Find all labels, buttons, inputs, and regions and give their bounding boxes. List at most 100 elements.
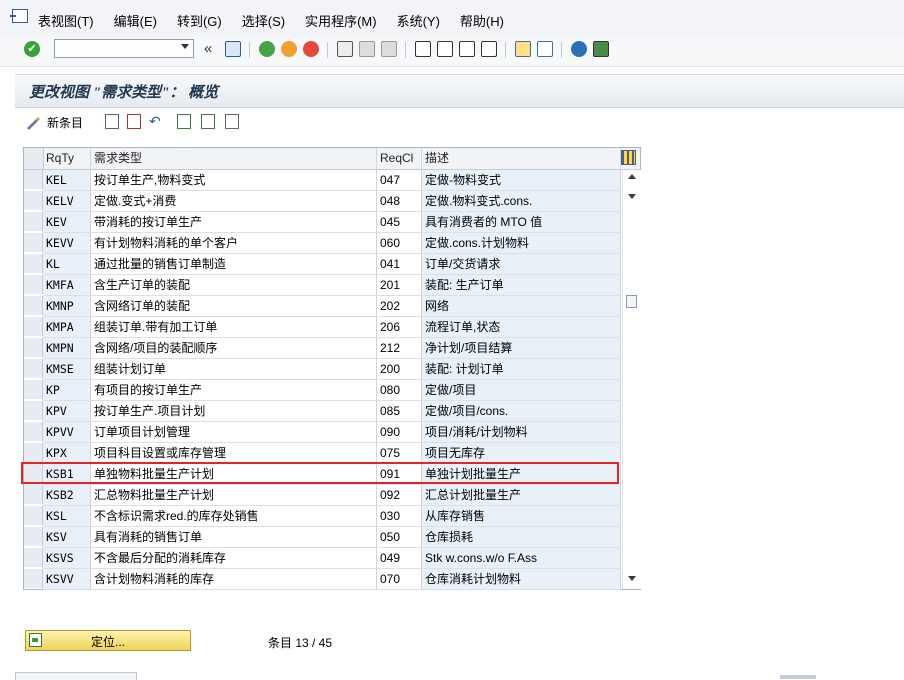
row-selector[interactable] bbox=[24, 359, 43, 379]
print-icon[interactable] bbox=[337, 41, 353, 57]
cell-reqcl: 080 bbox=[377, 380, 422, 401]
menu-item[interactable]: 编辑(E) bbox=[114, 11, 157, 30]
column-header-rqty[interactable]: RqTy bbox=[43, 148, 91, 169]
customize-layout-icon[interactable] bbox=[593, 41, 609, 57]
table-row[interactable]: KP 有项目的按订单生产 080 定做/项目 bbox=[24, 380, 621, 401]
help-icon[interactable] bbox=[571, 41, 587, 57]
table-settings-icon[interactable] bbox=[621, 150, 636, 165]
table-row[interactable]: KMSE 组装计划订单 200 装配: 计划订单 bbox=[24, 359, 621, 380]
column-header-desc[interactable]: 描述 bbox=[422, 148, 621, 169]
cell-rqty: KMFA bbox=[43, 275, 91, 296]
first-page-icon[interactable] bbox=[415, 41, 431, 57]
scroll-up-icon[interactable] bbox=[628, 174, 636, 179]
cell-rqty: KL bbox=[43, 254, 91, 275]
select-all-icon[interactable] bbox=[177, 114, 191, 129]
find-icon[interactable] bbox=[359, 41, 375, 57]
undo-icon[interactable]: ↶ bbox=[149, 114, 163, 129]
back-arrows-icon[interactable]: « bbox=[204, 40, 212, 57]
cell-rqty: KPX bbox=[43, 443, 91, 464]
row-selector[interactable] bbox=[24, 380, 43, 400]
table-row[interactable]: KSL 不含标识需求red.的库存处销售 030 从库存销售 bbox=[24, 506, 621, 527]
application-toolbar: 新条目 ↶ bbox=[15, 108, 904, 138]
table-row[interactable]: KELV 定做.变式+消费 048 定做.物料变式.cons. bbox=[24, 191, 621, 212]
cell-desc: 具有消费者的 MTO 值 bbox=[422, 212, 621, 233]
menu-item[interactable]: 实用程序(M) bbox=[305, 11, 377, 30]
row-selector[interactable] bbox=[24, 464, 43, 484]
cell-name: 项目科目设置或库存管理 bbox=[91, 443, 377, 464]
last-page-icon[interactable] bbox=[481, 41, 497, 57]
scroll-page-down-icon[interactable] bbox=[628, 194, 636, 199]
table-row[interactable]: KMNP 含网络订单的装配 202 网络 bbox=[24, 296, 621, 317]
row-selector[interactable] bbox=[24, 548, 43, 568]
row-selector[interactable] bbox=[24, 254, 43, 274]
table-row[interactable]: KPVV 订单项目计划管理 090 项目/消耗/计划物料 bbox=[24, 422, 621, 443]
copy-icon[interactable] bbox=[105, 114, 119, 129]
menu-item[interactable]: 表视图(T) bbox=[38, 11, 94, 30]
command-field[interactable] bbox=[54, 39, 194, 58]
row-selector[interactable] bbox=[24, 317, 43, 337]
row-selector[interactable] bbox=[24, 422, 43, 442]
menu-item[interactable]: 转到(G) bbox=[177, 11, 222, 30]
row-selector[interactable] bbox=[24, 275, 43, 295]
select-all-column[interactable] bbox=[24, 148, 44, 169]
row-selector[interactable] bbox=[24, 401, 43, 421]
new-entries-button[interactable]: 新条目 bbox=[25, 114, 83, 131]
new-entries-label: 新条目 bbox=[47, 116, 84, 130]
next-page-icon[interactable] bbox=[459, 41, 475, 57]
menu-item[interactable]: 帮助(H) bbox=[460, 11, 504, 30]
exit-icon[interactable] bbox=[281, 41, 297, 57]
deselect-all-icon[interactable] bbox=[225, 114, 239, 129]
cell-rqty: KEL bbox=[43, 170, 91, 191]
enter-icon[interactable]: ✔ bbox=[24, 41, 40, 57]
find-next-icon[interactable] bbox=[381, 41, 397, 57]
chevron-down-icon[interactable] bbox=[181, 44, 189, 49]
create-session-icon[interactable] bbox=[515, 41, 531, 57]
scroll-down-icon[interactable] bbox=[628, 576, 636, 581]
table-row[interactable]: KSB2 汇总物料批量生产计划 092 汇总计划批量生产 bbox=[24, 485, 621, 506]
row-selector[interactable] bbox=[24, 506, 43, 526]
table-row[interactable]: KSB1 单独物料批量生产计划 091 单独计划批量生产 bbox=[24, 464, 621, 485]
row-selector[interactable] bbox=[24, 443, 43, 463]
row-selector[interactable] bbox=[24, 338, 43, 358]
table-row[interactable]: KMFA 含生产订单的装配 201 装配: 生产订单 bbox=[24, 275, 621, 296]
save-icon[interactable] bbox=[225, 41, 241, 57]
column-header-name[interactable]: 需求类型 bbox=[91, 148, 377, 169]
table-row[interactable]: KL 通过批量的销售订单制造 041 订单/交货请求 bbox=[24, 254, 621, 275]
table-row[interactable]: KSVS 不含最后分配的消耗库存 049 Stk w.cons.w/o F.Ass bbox=[24, 548, 621, 569]
cancel-icon[interactable] bbox=[303, 41, 319, 57]
table-row[interactable]: KEL 按订单生产,物料变式 047 定做-物料变式 bbox=[24, 170, 621, 191]
previous-page-icon[interactable] bbox=[437, 41, 453, 57]
cell-reqcl: 049 bbox=[377, 548, 422, 569]
cell-name: 含计划物料消耗的库存 bbox=[91, 569, 377, 590]
table-row[interactable]: KEV 带消耗的按订单生产 045 具有消费者的 MTO 值 bbox=[24, 212, 621, 233]
table-row[interactable]: KEVV 有计划物料消耗的单个客户 060 定做.cons.计划物料 bbox=[24, 233, 621, 254]
cell-name: 汇总物料批量生产计划 bbox=[91, 485, 377, 506]
table-row[interactable]: KPV 按订单生产.项目计划 085 定做/项目/cons. bbox=[24, 401, 621, 422]
table-row[interactable]: KSV 具有消耗的销售订单 050 仓库损耗 bbox=[24, 527, 621, 548]
window-menu-icon[interactable] bbox=[10, 9, 28, 23]
scrollbar-thumb[interactable] bbox=[626, 295, 637, 308]
row-selector[interactable] bbox=[24, 569, 43, 589]
page-title: 更改视图 "需求类型"： 概览 bbox=[29, 85, 219, 101]
column-header-reqcl[interactable]: ReqCl bbox=[377, 148, 422, 169]
row-selector[interactable] bbox=[24, 170, 43, 190]
menu-item[interactable]: 系统(Y) bbox=[397, 11, 440, 30]
position-button[interactable]: 定位... bbox=[25, 630, 191, 651]
row-selector[interactable] bbox=[24, 296, 43, 316]
row-selector[interactable] bbox=[24, 191, 43, 211]
row-selector[interactable] bbox=[24, 485, 43, 505]
row-selector[interactable] bbox=[24, 212, 43, 232]
row-selector[interactable] bbox=[24, 527, 43, 547]
shortcut-icon[interactable] bbox=[537, 41, 553, 57]
menu-item[interactable]: 选择(S) bbox=[242, 11, 285, 30]
table-row[interactable]: KPX 项目科目设置或库存管理 075 项目无库存 bbox=[24, 443, 621, 464]
table-row[interactable]: KMPA 组装订单.带有加工订单 206 流程订单,状态 bbox=[24, 317, 621, 338]
cell-rqty: KMSE bbox=[43, 359, 91, 380]
table-row[interactable]: KSVV 含计划物料消耗的库存 070 仓库消耗计划物料 bbox=[24, 569, 621, 590]
back-icon[interactable] bbox=[259, 41, 275, 57]
vertical-scrollbar[interactable] bbox=[622, 170, 641, 589]
select-block-icon[interactable] bbox=[201, 114, 215, 129]
row-selector[interactable] bbox=[24, 233, 43, 253]
table-row[interactable]: KMPN 含网络/项目的装配顺序 212 净计划/项目结算 bbox=[24, 338, 621, 359]
delete-icon[interactable] bbox=[127, 114, 141, 129]
